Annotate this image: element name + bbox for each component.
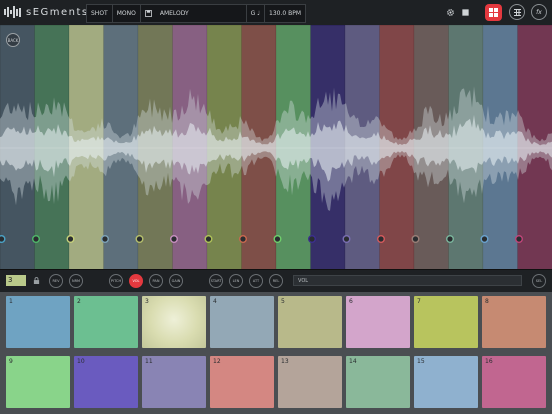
pad-13[interactable]: 13 [278, 356, 342, 408]
segment-marker-2[interactable] [32, 234, 41, 243]
pad-3[interactable]: 3 [142, 296, 206, 348]
grid-icon [513, 8, 521, 16]
select-button[interactable]: SEL [532, 274, 546, 288]
segment-marker-6[interactable] [169, 234, 178, 243]
stop-icon[interactable] [461, 8, 470, 17]
pad-number: 9 [9, 358, 13, 365]
segment-marker-11[interactable] [342, 234, 351, 243]
gain-button[interactable]: GAIN [169, 274, 183, 288]
top-bar: sEGments SHOT MONO AMELODY G ♩ 130.0 BPM… [0, 0, 552, 26]
segment-marker-9[interactable] [273, 234, 282, 243]
segment-marker-1[interactable] [0, 235, 6, 243]
segment-marker-8[interactable] [238, 234, 247, 243]
pad-number: 13 [281, 358, 289, 365]
file-name[interactable]: AMELODY [156, 5, 247, 22]
pad-10[interactable]: 10 [74, 356, 138, 408]
pad-number: 3 [145, 298, 149, 305]
segment-marker-10[interactable] [308, 234, 317, 243]
back-button[interactable]: BACK [6, 33, 20, 47]
pad-1[interactable]: 1 [6, 296, 70, 348]
pad-11[interactable]: 11 [142, 356, 206, 408]
segment-marker-14[interactable] [446, 234, 455, 243]
start-button[interactable]: START [209, 274, 223, 288]
fx-button[interactable]: fx [531, 4, 547, 20]
pad-9[interactable]: 9 [6, 356, 70, 408]
waveform-canvas[interactable] [0, 25, 552, 269]
pad-number: 14 [349, 358, 357, 365]
mode-selector[interactable]: SHOT [87, 5, 113, 22]
channel-selector[interactable]: MONO [113, 5, 141, 22]
parameter-field[interactable]: VOL [293, 275, 522, 286]
pad-number: 1 [9, 298, 13, 305]
app-title: sEGments [26, 6, 89, 18]
pad-14[interactable]: 14 [346, 356, 410, 408]
pad-5[interactable]: 5 [278, 296, 342, 348]
pad-15[interactable]: 15 [414, 356, 478, 408]
pad-8[interactable]: 8 [482, 296, 546, 348]
reverse-button[interactable]: REV [49, 274, 63, 288]
segment-marker-3[interactable] [66, 234, 75, 243]
pad-number: 10 [77, 358, 85, 365]
tempo-display[interactable]: 130.0 BPM [265, 5, 305, 22]
key-display[interactable]: G ♩ [247, 5, 265, 22]
pad-number: 15 [417, 358, 425, 365]
selected-pad-number[interactable]: 3 [6, 275, 26, 286]
lock-icon[interactable] [33, 277, 40, 284]
pad-number: 4 [213, 298, 217, 305]
attack-button[interactable]: ATT [249, 274, 263, 288]
volume-button[interactable]: VOL [129, 274, 143, 288]
sample-info-bar: SHOT MONO AMELODY G ♩ 130.0 BPM [86, 4, 306, 23]
grid-button[interactable] [509, 4, 525, 20]
logo-icon [4, 6, 21, 18]
segment-marker-7[interactable] [204, 234, 213, 243]
segment-marker-16[interactable] [515, 234, 524, 243]
pad-number: 12 [213, 358, 221, 365]
pads-view-button[interactable] [485, 4, 502, 21]
pad-number: 8 [485, 298, 489, 305]
length-button[interactable]: LEN [229, 274, 243, 288]
pad-number: 6 [349, 298, 353, 305]
segment-marker-13[interactable] [411, 234, 420, 243]
segment-marker-15[interactable] [480, 234, 489, 243]
pads-icon [489, 8, 498, 17]
pad-12[interactable]: 12 [210, 356, 274, 408]
normalize-button[interactable]: NRM [69, 274, 83, 288]
pad-number: 7 [417, 298, 421, 305]
segment-marker-4[interactable] [100, 234, 109, 243]
pad-grid: 1 2 3 4 5 6 7 8 9 10 11 12 13 14 15 16 [0, 292, 552, 414]
fx-icon: fx [536, 8, 542, 16]
app-logo: sEGments [4, 6, 89, 18]
gear-icon[interactable] [446, 8, 455, 17]
segment-marker-5[interactable] [135, 234, 144, 243]
pad-16[interactable]: 16 [482, 356, 546, 408]
pad-6[interactable]: 6 [346, 296, 410, 348]
pad-7[interactable]: 7 [414, 296, 478, 348]
control-bar: 3 REV NRM PITCH VOL PAN GAIN START LEN A… [0, 269, 552, 293]
pitch-button[interactable]: PITCH [109, 274, 123, 288]
pan-button[interactable]: PAN [149, 274, 163, 288]
segment-marker-12[interactable] [377, 234, 386, 243]
release-button[interactable]: REL [269, 274, 283, 288]
file-icon[interactable] [141, 5, 156, 22]
pad-number: 11 [145, 358, 153, 365]
pad-number: 5 [281, 298, 285, 305]
pad-number: 16 [485, 358, 493, 365]
pad-2[interactable]: 2 [74, 296, 138, 348]
pad-number: 2 [77, 298, 81, 305]
pad-4[interactable]: 4 [210, 296, 274, 348]
waveform-editor[interactable]: BACK [0, 25, 552, 269]
